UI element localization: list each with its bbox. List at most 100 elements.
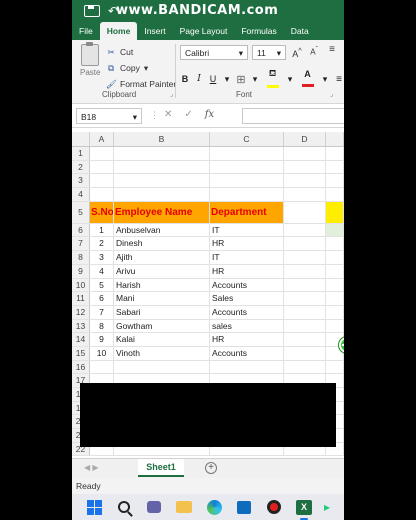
sno-cell[interactable]: 5 [90,278,114,292]
align-left-icon[interactable]: ≡ [334,74,344,85]
employee-name-cell[interactable]: Ajith [114,251,210,264]
row-header[interactable]: 7 [72,237,90,251]
row-header[interactable]: 1 [72,147,90,160]
cell[interactable] [114,160,210,174]
cell[interactable] [284,237,326,251]
name-box[interactable]: B18 ▾ [76,108,142,124]
department-cell[interactable]: HR [210,264,284,278]
cell[interactable] [326,278,344,292]
employee-name-cell[interactable]: Dinesh [114,237,210,251]
dialog-launcher-icon[interactable]: ⌟ [170,90,173,98]
cut-button[interactable]: ✂ Cut [106,44,176,60]
employee-name-cell[interactable]: Sabari [114,305,210,319]
header-employee-name-cell[interactable]: Employee Name [114,201,210,223]
header-sno-cell[interactable]: S.No [90,201,114,223]
employee-name-cell[interactable]: Gowtham [114,319,210,333]
cell[interactable] [326,223,344,237]
column-header-e[interactable] [326,132,344,146]
grow-font-button[interactable]: A^ [291,46,303,59]
font-color-button[interactable]: A [299,69,316,89]
sno-cell[interactable]: 7 [90,305,114,319]
cell[interactable] [284,223,326,237]
sno-cell[interactable]: 1 [90,223,114,237]
department-cell[interactable]: IT [210,223,284,237]
tab-formulas[interactable]: Formulas [234,26,283,40]
search-icon[interactable] [114,497,134,517]
cell[interactable] [326,292,344,305]
italic-button[interactable]: I [194,74,204,84]
chevron-down-icon[interactable]: ▾ [285,74,295,85]
row-header[interactable]: 16 [72,360,90,374]
tab-file[interactable]: File [72,26,100,40]
cell[interactable] [210,160,284,174]
sno-cell[interactable]: 8 [90,319,114,333]
sno-cell[interactable]: 4 [90,264,114,278]
font-name-select[interactable]: Calibri ▾ [180,45,248,60]
sno-cell[interactable]: 3 [90,251,114,264]
column-header-d[interactable]: D [284,132,326,146]
cell[interactable] [114,360,210,374]
row-header[interactable]: 14 [72,333,90,346]
cell[interactable] [326,201,344,223]
cell[interactable] [326,174,344,188]
employee-name-cell[interactable]: Anbuselvan [114,223,210,237]
more-options-icon[interactable]: ⋮ [150,110,159,121]
copy-button[interactable]: ⧉ Copy ▾ [106,60,176,76]
employee-name-cell[interactable]: Kalai [114,333,210,346]
paste-button[interactable]: Paste [80,42,100,77]
excel-icon[interactable]: X [294,497,314,520]
department-cell[interactable]: Accounts [210,305,284,319]
cell[interactable] [326,160,344,174]
cell[interactable] [326,147,344,160]
sno-cell[interactable]: 10 [90,346,114,360]
cell[interactable] [284,251,326,264]
column-header-c[interactable]: C [210,132,284,146]
row-header[interactable]: 12 [72,305,90,319]
tab-insert[interactable]: Insert [137,26,172,40]
department-cell[interactable]: IT [210,251,284,264]
cell[interactable] [284,333,326,346]
cell[interactable] [326,264,344,278]
underline-button[interactable]: U [208,74,218,84]
employee-name-cell[interactable]: Harish [114,278,210,292]
cell[interactable] [284,174,326,188]
cell[interactable] [284,346,326,360]
column-header-b[interactable]: B [114,132,210,146]
teams-icon[interactable] [144,497,164,517]
chevron-down-icon[interactable]: ▾ [250,74,260,85]
store-icon[interactable] [234,497,254,517]
cell[interactable] [284,160,326,174]
row-header[interactable]: 2 [72,160,90,174]
cell[interactable] [284,278,326,292]
bold-button[interactable]: B [180,74,190,84]
cancel-icon[interactable]: ✕ [164,109,172,120]
department-cell[interactable]: HR [210,333,284,346]
edge-icon[interactable] [204,497,224,517]
cell[interactable] [90,360,114,374]
sno-cell[interactable]: 2 [90,237,114,251]
tab-home[interactable]: Home [99,22,138,40]
formula-input[interactable] [242,108,344,124]
align-top-icon[interactable]: ≡ [326,44,338,55]
cell[interactable] [90,160,114,174]
cell[interactable] [210,360,284,374]
row-header[interactable]: 5 [72,201,90,223]
row-header[interactable]: 4 [72,188,90,201]
cell[interactable] [326,319,344,333]
department-cell[interactable]: Accounts [210,346,284,360]
windows-start-icon[interactable] [84,497,104,517]
cell[interactable] [90,188,114,201]
tab-data[interactable]: Data [284,26,316,40]
cell[interactable] [284,292,326,305]
cell[interactable] [90,174,114,188]
sheet-tab-sheet1[interactable]: Sheet1 [138,459,184,477]
cell[interactable] [284,188,326,201]
row-header[interactable]: 15 [72,346,90,360]
cell[interactable] [284,201,326,223]
enter-icon[interactable]: ✓ [184,109,192,120]
sno-cell[interactable]: 9 [90,333,114,346]
row-header[interactable]: 13 [72,319,90,333]
tab-page-layout[interactable]: Page Layout [173,26,235,40]
select-all-corner[interactable] [72,132,90,146]
row-header[interactable]: 3 [72,174,90,188]
